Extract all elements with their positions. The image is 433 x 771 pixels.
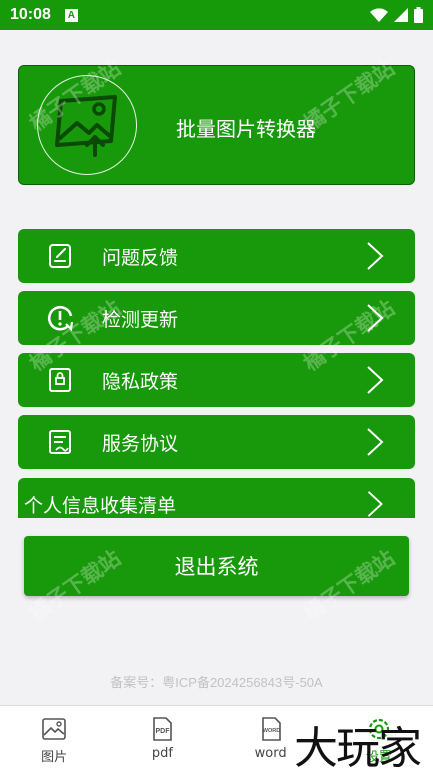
menu-item-check-update[interactable]: 检测更新 bbox=[18, 291, 415, 345]
image-icon bbox=[42, 718, 66, 740]
chevron-right-icon bbox=[367, 491, 383, 517]
menu-item-personal-info-list[interactable]: 个人信息收集清单 bbox=[18, 478, 415, 518]
pdf-icon: PDF bbox=[153, 717, 173, 741]
app-title: 批量图片转换器 bbox=[176, 117, 316, 141]
signal-icon bbox=[394, 8, 408, 22]
chevron-right-icon bbox=[367, 366, 384, 394]
wifi-icon bbox=[370, 8, 388, 22]
agreement-icon bbox=[49, 430, 71, 454]
chevron-right-icon bbox=[367, 242, 384, 270]
icp-record: 备案号：粤ICP备2024256843号-50A bbox=[110, 675, 323, 690]
status-time: 10:08 bbox=[10, 6, 51, 23]
menu-item-privacy-policy[interactable]: 隐私政策 bbox=[18, 353, 415, 407]
pdf-icon-text: PDF bbox=[156, 728, 171, 735]
logo-circle bbox=[37, 75, 137, 175]
menu-label: 检测更新 bbox=[102, 309, 179, 331]
feedback-icon bbox=[49, 244, 71, 268]
app-header-card: 批量图片转换器 bbox=[18, 65, 415, 185]
logout-button[interactable]: 退出系统 bbox=[24, 536, 409, 596]
status-bar: 10:08 A bbox=[0, 0, 433, 30]
chevron-right-icon bbox=[367, 428, 384, 456]
word-icon-text: WORD bbox=[262, 728, 279, 734]
battery-icon bbox=[414, 7, 423, 23]
word-icon: WORD bbox=[261, 717, 281, 741]
nav-label: pdf bbox=[151, 746, 173, 761]
menu-item-service-agreement[interactable]: 服务协议 bbox=[18, 415, 415, 469]
nav-label: word bbox=[254, 746, 287, 761]
image-convert-icon bbox=[55, 95, 117, 157]
menu-label: 个人信息收集清单 bbox=[24, 495, 177, 517]
menu-label: 服务协议 bbox=[102, 433, 179, 455]
menu-label: 隐私政策 bbox=[102, 371, 179, 393]
notification-icon: A bbox=[64, 8, 78, 22]
nav-tab-pdf[interactable]: PDF pdf bbox=[108, 706, 216, 771]
brand-watermark: 大玩家 bbox=[294, 723, 422, 771]
update-icon bbox=[47, 305, 74, 332]
menu-item-feedback[interactable]: 问题反馈 bbox=[18, 229, 415, 283]
privacy-icon bbox=[49, 368, 71, 392]
chevron-right-icon bbox=[367, 304, 384, 332]
nav-tab-image[interactable]: 图片 bbox=[0, 706, 108, 771]
menu-label: 问题反馈 bbox=[102, 247, 179, 269]
nav-label: 图片 bbox=[41, 750, 68, 765]
